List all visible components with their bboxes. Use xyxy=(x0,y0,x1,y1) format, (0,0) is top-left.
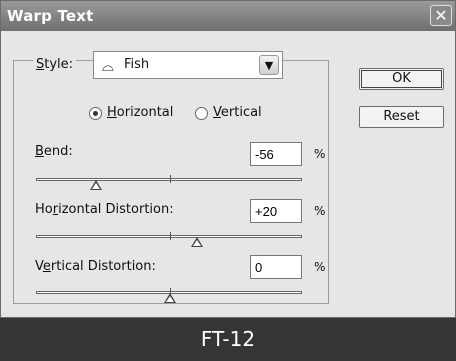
ok-button[interactable]: OK xyxy=(359,68,444,90)
bend-unit: % xyxy=(314,147,326,161)
figure-caption: FT-12 xyxy=(0,318,456,361)
vertical-distortion-label: Vertical Distortion: xyxy=(35,259,156,274)
vertical-distortion-slider-thumb[interactable] xyxy=(164,293,176,303)
reset-button[interactable]: Reset xyxy=(359,106,444,128)
horizontal-distortion-slider[interactable] xyxy=(36,232,302,247)
dialog-title: Warp Text xyxy=(7,7,94,25)
horizontal-radio[interactable] xyxy=(89,107,102,120)
vertical-distortion-unit: % xyxy=(314,260,326,274)
slider-center-mark xyxy=(170,232,171,240)
horizontal-distortion-input[interactable] xyxy=(250,199,302,223)
vertical-distortion-slider[interactable] xyxy=(36,288,302,303)
vertical-distortion-input[interactable] xyxy=(250,255,302,279)
bend-slider-thumb[interactable] xyxy=(89,180,102,190)
bend-label: Bend: xyxy=(35,144,73,159)
style-label: Style: xyxy=(33,57,77,72)
close-button[interactable]: ✕ xyxy=(430,5,452,26)
fish-icon: ⌓ xyxy=(102,57,114,75)
close-icon: ✕ xyxy=(434,6,448,25)
style-row: Style: ⌓ Fish ▼ xyxy=(33,51,333,81)
title-bar: Warp Text ✕ xyxy=(1,1,455,31)
orientation-radios: Horizontal Vertical xyxy=(89,105,319,125)
style-value: Fish xyxy=(124,57,150,72)
vertical-radio-label[interactable]: Vertical xyxy=(213,105,262,120)
chevron-down-icon[interactable]: ▼ xyxy=(259,55,279,75)
bend-slider[interactable] xyxy=(36,175,302,190)
vertical-radio[interactable] xyxy=(195,107,208,120)
horizontal-distortion-label: Horizontal Distortion: xyxy=(35,202,174,217)
horizontal-distortion-slider-thumb[interactable] xyxy=(190,237,203,247)
style-dropdown[interactable]: ⌓ Fish ▼ xyxy=(93,51,283,79)
horizontal-distortion-unit: % xyxy=(314,204,326,218)
warp-text-dialog: Warp Text ✕ Style: ⌓ Fish ▼ Horizontal V… xyxy=(0,0,456,318)
horizontal-radio-label[interactable]: Horizontal xyxy=(107,105,173,120)
slider-center-mark xyxy=(170,175,171,183)
bend-input[interactable] xyxy=(250,142,302,166)
